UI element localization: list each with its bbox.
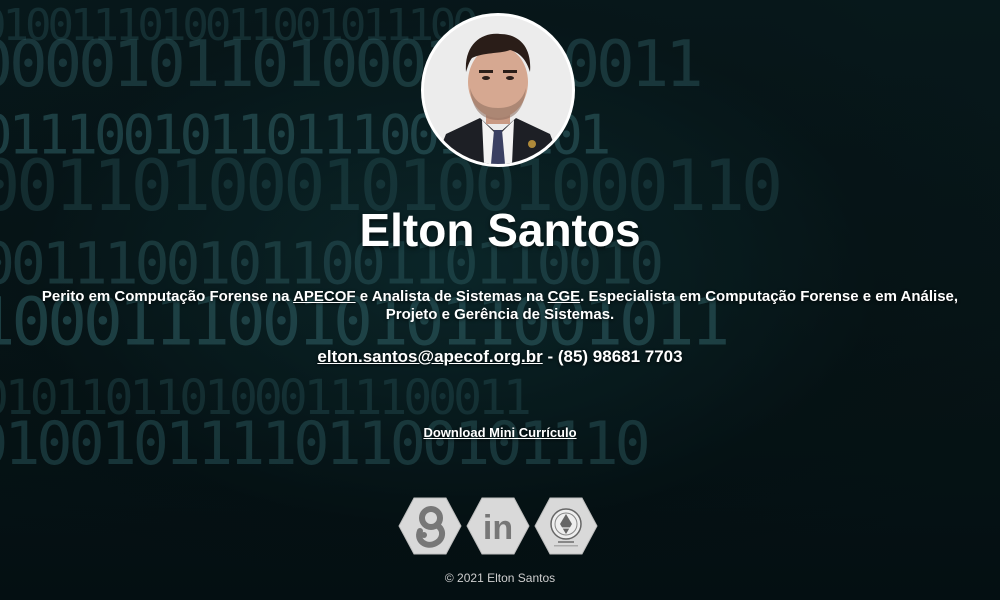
apecof-link[interactable]: APECOF [293, 288, 356, 305]
cge-link[interactable]: CGE [548, 288, 581, 305]
linkedin-icon: in [483, 509, 513, 547]
contact-info: elton.santos@apecof.org.br - (85) 98681 … [0, 346, 1000, 368]
download-cv-link[interactable]: Download Mini Currículo [423, 425, 576, 440]
bio-text: e Analista de Sistemas na [355, 288, 548, 305]
lattes-button[interactable] [398, 497, 462, 555]
profile-page: Elton Santos Perito em Computação Forens… [0, 0, 1000, 600]
profile-photo [421, 13, 575, 167]
linkedin-button[interactable]: in [466, 497, 530, 555]
email-link[interactable]: elton.santos@apecof.org.br [317, 347, 542, 366]
phone-number: - (85) 98681 7703 [542, 347, 683, 366]
download-section: Download Mini Currículo [0, 425, 1000, 441]
profile-name: Elton Santos [359, 204, 641, 256]
social-links: in [398, 497, 602, 555]
footer-copyright: © 2021 Elton Santos [444, 571, 556, 585]
profile-bio: Perito em Computação Forense na APECOF e… [30, 288, 970, 324]
bio-text: Perito em Computação Forense na [41, 288, 294, 305]
apecof-button[interactable] [534, 497, 598, 555]
